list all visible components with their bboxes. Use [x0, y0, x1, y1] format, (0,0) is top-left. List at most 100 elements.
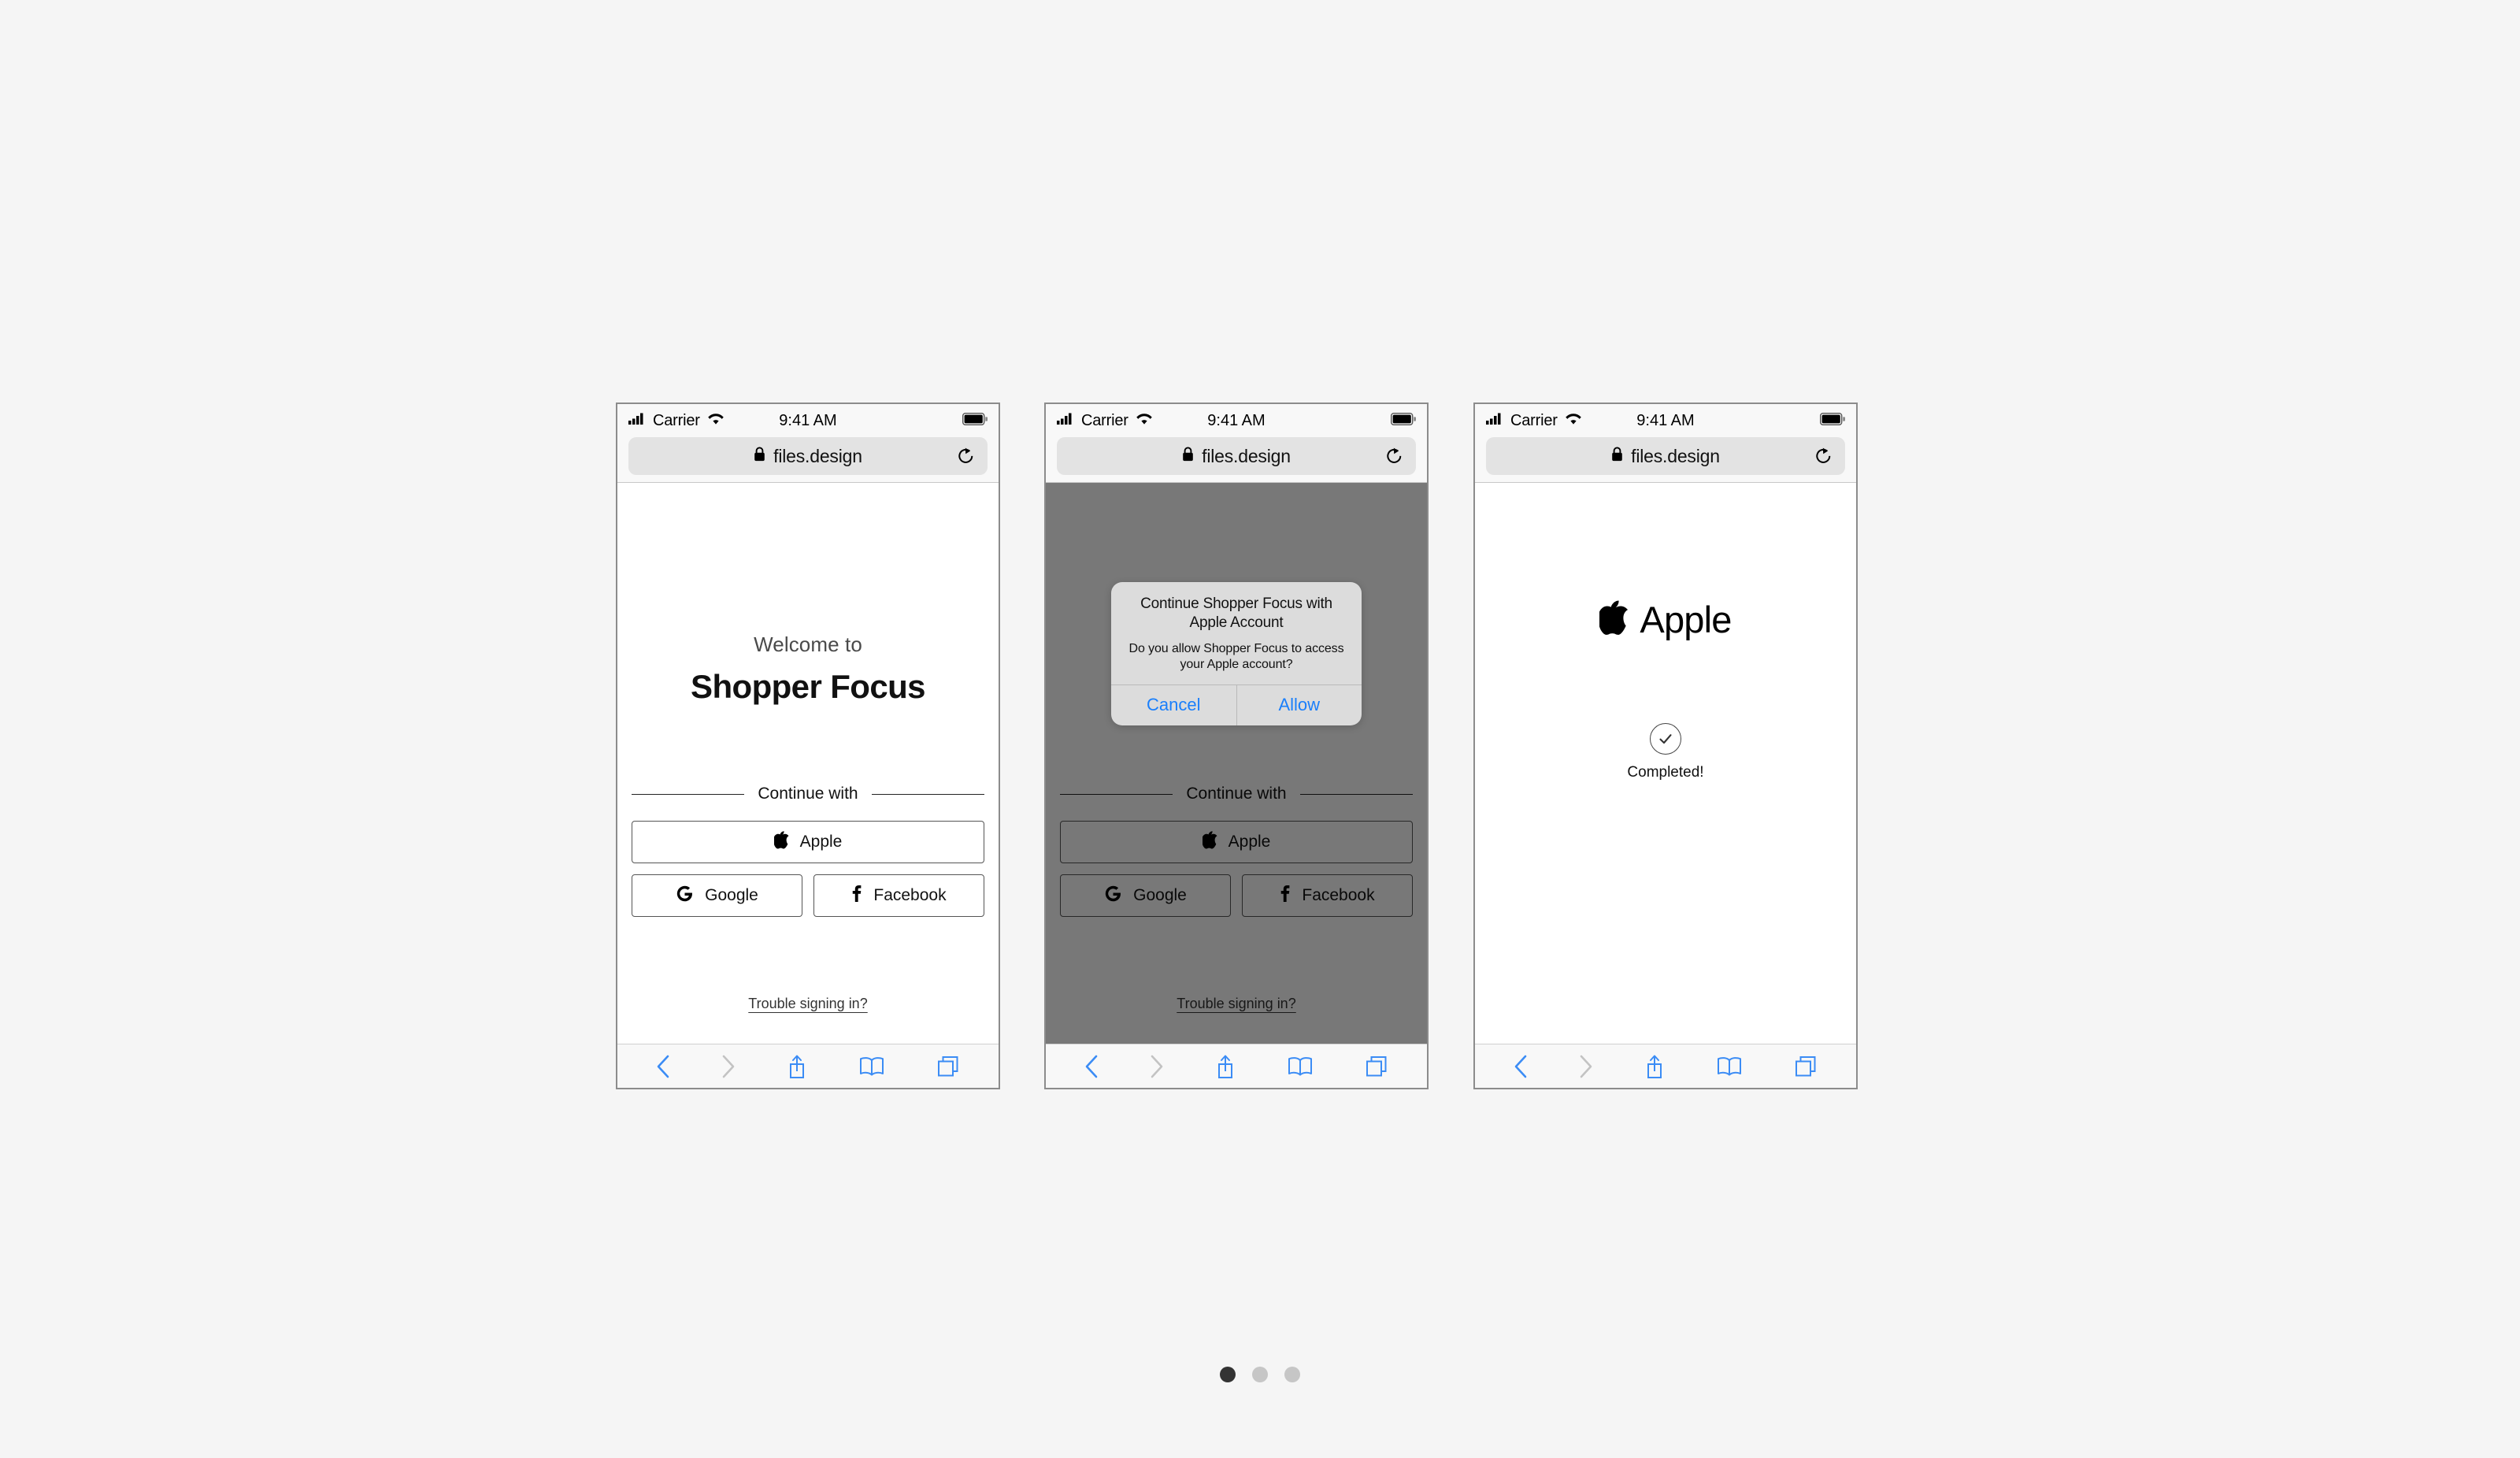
carrier-label: Carrier [1081, 411, 1128, 429]
status-bar-right [1390, 412, 1418, 429]
url-bar-container: files.design [617, 437, 999, 483]
screenshot-canvas: Carrier 9:41 AM files.design Welcome to … [0, 0, 2520, 1458]
lock-icon [754, 447, 765, 466]
alert-title: Continue Shopper Focus with Apple Accoun… [1140, 595, 1332, 632]
welcome-kicker: Welcome to [754, 633, 862, 656]
pagination-dot-3[interactable] [1284, 1367, 1300, 1382]
divider-line-right [871, 793, 984, 795]
app-title: Shopper Focus [691, 668, 925, 705]
url-display: files.design [1182, 446, 1291, 467]
book-icon[interactable] [858, 1055, 885, 1078]
alert-allow-button[interactable]: Allow [1236, 685, 1362, 726]
book-icon[interactable] [1287, 1055, 1314, 1078]
lock-icon [1611, 447, 1623, 466]
tabs-icon[interactable] [1794, 1055, 1818, 1078]
divider-label: Continue with [758, 785, 858, 803]
alert-actions: Cancel Allow [1111, 684, 1362, 726]
trouble-signing-in-link[interactable]: Trouble signing in? [748, 996, 867, 1011]
web-content-signin: Welcome to Shopper Focus Continue with A… [617, 483, 999, 1044]
url-text: files.design [1202, 445, 1291, 466]
url-bar[interactable]: files.design [1057, 437, 1416, 475]
content-bottom-pad [632, 1012, 984, 1044]
tabs-icon[interactable] [936, 1055, 960, 1078]
battery-full-icon [962, 412, 989, 429]
signin-page: Welcome to Shopper Focus Continue with A… [617, 483, 999, 1044]
status-bar: Carrier 9:41 AM [617, 404, 999, 437]
chevron-right-icon [1579, 1055, 1593, 1078]
chevron-right-icon [721, 1055, 736, 1078]
google-button-label: Google [705, 886, 758, 904]
trouble-signing-in-wrap: Trouble signing in? [632, 996, 984, 1012]
browser-toolbar [1046, 1044, 1427, 1088]
cellular-signal-icon [1486, 413, 1503, 428]
facebook-logo-icon [851, 885, 862, 907]
apple-button-label: Apple [799, 833, 843, 851]
status-bar-left: Carrier [1057, 412, 1153, 430]
status-bar: Carrier 9:41 AM [1475, 404, 1856, 437]
cellular-signal-icon [628, 413, 646, 428]
pagination-dot-2[interactable] [1252, 1367, 1268, 1382]
continue-with-facebook-button[interactable]: Facebook [813, 874, 984, 917]
share-icon[interactable] [787, 1054, 807, 1079]
url-text: files.design [1631, 445, 1720, 466]
status-bar-right [962, 412, 989, 429]
chevron-left-icon[interactable] [1084, 1055, 1099, 1078]
share-icon[interactable] [1215, 1054, 1236, 1079]
alert-cancel-button[interactable]: Cancel [1111, 685, 1236, 725]
pagination-dots [0, 1367, 2520, 1382]
web-content-alert: Welcome to Shopper Focus Continue with A… [1046, 483, 1427, 1044]
status-bar-left: Carrier [628, 412, 724, 430]
tabs-icon[interactable] [1365, 1055, 1388, 1078]
wifi-icon [1565, 413, 1582, 429]
wifi-icon [707, 413, 724, 429]
url-bar[interactable]: files.design [628, 437, 988, 475]
completed-status-text: Completed! [1627, 764, 1704, 781]
alert-message: Do you allow Shopper Focus to access you… [1128, 641, 1344, 672]
url-display: files.design [1611, 446, 1720, 467]
browser-toolbar [617, 1044, 999, 1088]
pagination-dot-1[interactable] [1220, 1367, 1236, 1382]
carrier-label: Carrier [653, 411, 700, 429]
apple-logo-icon [1598, 599, 1629, 640]
continue-with-google-button[interactable]: Google [632, 874, 802, 917]
url-bar-container: files.design [1475, 437, 1856, 483]
alert-body: Continue Shopper Focus with Apple Accoun… [1111, 582, 1362, 684]
facebook-button-label: Facebook [873, 886, 947, 904]
url-text: files.design [773, 445, 862, 466]
welcome-block: Welcome to Shopper Focus [632, 633, 984, 706]
chevron-right-icon [1150, 1055, 1164, 1078]
url-bar[interactable]: files.design [1486, 437, 1845, 475]
book-icon[interactable] [1716, 1055, 1743, 1078]
apple-brand-lockup: Apple [1598, 598, 1732, 641]
status-bar-left: Carrier [1486, 412, 1582, 430]
cellular-signal-icon [1057, 413, 1074, 428]
phone-mockup-completed: Carrier 9:41 AM files.design Apple Compl… [1473, 403, 1858, 1089]
battery-full-icon [1390, 412, 1418, 429]
secondary-oauth-row: Google Facebook [632, 874, 984, 917]
carrier-label: Carrier [1510, 411, 1558, 429]
modal-scrim[interactable] [1046, 483, 1427, 1044]
apple-brand-text: Apple [1640, 599, 1732, 640]
share-icon[interactable] [1644, 1054, 1665, 1079]
chevron-left-icon[interactable] [1514, 1055, 1528, 1078]
browser-toolbar [1475, 1044, 1856, 1088]
apple-logo-icon [773, 831, 789, 853]
chevron-left-icon[interactable] [656, 1055, 670, 1078]
continue-with-divider: Continue with [632, 785, 984, 803]
flex-spacer [632, 706, 984, 785]
completed-page: Apple Completed! [1475, 483, 1856, 1044]
divider-line-left [632, 793, 745, 795]
status-bar: Carrier 9:41 AM [1046, 404, 1427, 437]
reload-icon[interactable] [1385, 447, 1403, 466]
apple-permission-alert: Continue Shopper Focus with Apple Accoun… [1111, 582, 1362, 726]
url-bar-container: files.design [1046, 437, 1427, 483]
status-bar-right [1819, 412, 1847, 429]
phone-mockup-signin: Carrier 9:41 AM files.design Welcome to … [616, 403, 1000, 1089]
lock-icon [1182, 447, 1194, 466]
phone-mockup-alert: Carrier 9:41 AM files.design Continue Sh… [1044, 403, 1429, 1089]
reload-icon[interactable] [957, 447, 975, 466]
continue-with-apple-button[interactable]: Apple [632, 821, 984, 863]
web-content-completed: Apple Completed! [1475, 483, 1856, 1044]
url-display: files.design [754, 446, 862, 467]
reload-icon[interactable] [1814, 447, 1833, 466]
